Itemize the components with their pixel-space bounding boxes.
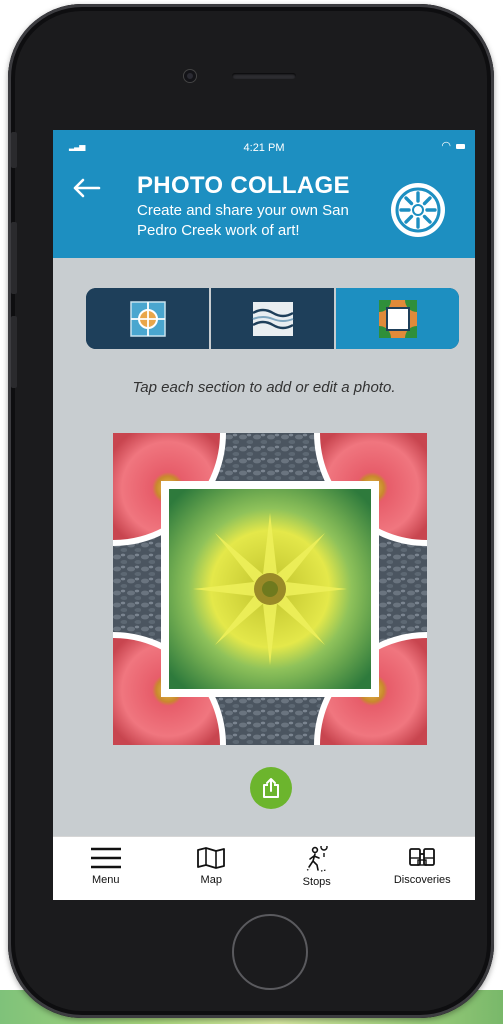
front-camera — [184, 70, 196, 82]
frame-layout-icon — [378, 299, 417, 338]
arrow-left-icon — [73, 178, 101, 198]
tab-frame-layout[interactable] — [336, 288, 459, 349]
back-button[interactable] — [71, 176, 101, 204]
tab-circle-layout[interactable] — [86, 288, 211, 349]
tabbar-label-stops: Stops — [302, 876, 331, 888]
app-screen: ▂▃▅ 4:21 PM ◠ PHOTO COLLAGE Create and s… — [53, 130, 475, 900]
share-icon — [263, 778, 279, 798]
center-photo[interactable] — [161, 481, 379, 697]
tabbar-item-menu[interactable]: Menu — [53, 837, 159, 900]
tabbar-item-stops[interactable]: Stops — [264, 837, 370, 900]
tabbar-label-menu: Menu — [91, 874, 120, 886]
volume-down-button — [11, 316, 17, 388]
page-title: PHOTO COLLAGE — [137, 172, 350, 199]
wifi-icon: ◠ — [441, 140, 451, 152]
page-header: PHOTO COLLAGE Create and share your own … — [53, 166, 475, 258]
bottom-tab-bar: Menu Map Stops Discoveries — [53, 836, 475, 900]
tabbar-item-map[interactable]: Map — [159, 837, 265, 900]
page-subtitle: Create and share your own San Pedro Cree… — [137, 202, 349, 239]
photo-collage — [113, 433, 427, 745]
binoculars-icon — [409, 848, 436, 866]
hamburger-icon — [90, 847, 121, 869]
battery-icon — [456, 144, 465, 149]
home-button[interactable] — [232, 914, 308, 990]
map-icon — [197, 847, 226, 869]
creek-logo-icon — [391, 183, 445, 237]
wave-layout-icon — [251, 301, 294, 336]
phone-frame: ▂▃▅ 4:21 PM ◠ PHOTO COLLAGE Create and s… — [8, 4, 494, 1018]
tab-wave-layout[interactable] — [211, 288, 336, 349]
silent-switch — [11, 132, 17, 168]
circle-layout-icon — [129, 300, 166, 337]
share-button[interactable] — [250, 767, 292, 809]
status-time: 4:21 PM — [243, 142, 285, 154]
layout-selector — [86, 288, 459, 349]
tabbar-label-map: Map — [200, 874, 222, 886]
hiker-icon — [306, 846, 328, 872]
volume-up-button — [11, 222, 17, 294]
tabbar-item-discoveries[interactable]: Discoveries — [370, 837, 476, 900]
tabbar-label-discoveries: Discoveries — [393, 874, 451, 886]
instruction-text: Tap each section to add or edit a photo. — [132, 379, 396, 396]
status-bar: ▂▃▅ 4:21 PM ◠ — [53, 130, 475, 166]
earpiece-speaker — [232, 73, 296, 79]
